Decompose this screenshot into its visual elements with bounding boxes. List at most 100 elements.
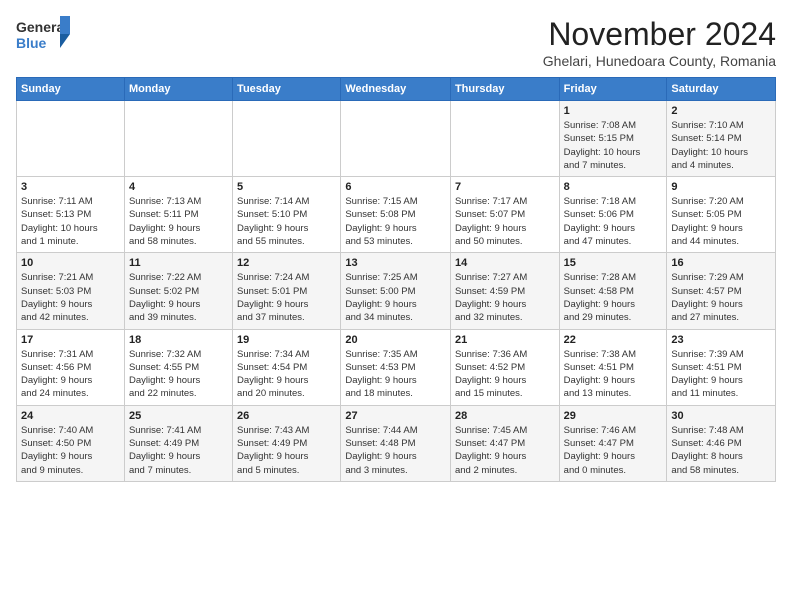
day-info: Sunrise: 7:46 AM Sunset: 4:47 PM Dayligh… <box>564 424 663 477</box>
day-cell: 27 Sunrise: 7:44 AM Sunset: 4:48 PM Dayli… <box>341 405 451 481</box>
day-info: Sunrise: 7:28 AM Sunset: 4:58 PM Dayligh… <box>564 271 663 324</box>
day-number: 21 <box>455 334 555 346</box>
day-cell: 16 Sunrise: 7:29 AM Sunset: 4:57 PM Dayli… <box>667 253 776 329</box>
day-number: 15 <box>564 257 663 269</box>
day-cell: 5 Sunrise: 7:14 AM Sunset: 5:10 PM Daylig… <box>233 177 341 253</box>
day-info: Sunrise: 7:32 AM Sunset: 4:55 PM Dayligh… <box>129 348 228 401</box>
week-row-5: 24 Sunrise: 7:40 AM Sunset: 4:50 PM Dayli… <box>17 405 776 481</box>
day-info: Sunrise: 7:38 AM Sunset: 4:51 PM Dayligh… <box>564 348 663 401</box>
day-number: 16 <box>671 257 771 269</box>
calendar-table: SundayMondayTuesdayWednesdayThursdayFrid… <box>16 77 776 482</box>
day-number: 8 <box>564 181 663 193</box>
day-cell: 12 Sunrise: 7:24 AM Sunset: 5:01 PM Dayli… <box>233 253 341 329</box>
day-number: 3 <box>21 181 120 193</box>
day-cell: 11Sunrise: 7:22 AM Sunset: 5:02 PM Dayli… <box>124 253 232 329</box>
header-cell-thursday: Thursday <box>450 78 559 101</box>
day-cell: 18Sunrise: 7:32 AM Sunset: 4:55 PM Dayli… <box>124 329 232 405</box>
day-info: Sunrise: 7:40 AM Sunset: 4:50 PM Dayligh… <box>21 424 120 477</box>
header-cell-tuesday: Tuesday <box>233 78 341 101</box>
week-row-3: 10 Sunrise: 7:21 AM Sunset: 5:03 PM Dayli… <box>17 253 776 329</box>
day-cell: 2Sunrise: 7:10 AM Sunset: 5:14 PM Daylig… <box>667 101 776 177</box>
day-number: 6 <box>345 181 446 193</box>
day-cell: 17Sunrise: 7:31 AM Sunset: 4:56 PM Dayli… <box>17 329 125 405</box>
day-number: 11 <box>129 257 228 269</box>
day-info: Sunrise: 7:17 AM Sunset: 5:07 PM Dayligh… <box>455 195 555 248</box>
header-cell-sunday: Sunday <box>17 78 125 101</box>
week-row-2: 3 Sunrise: 7:11 AM Sunset: 5:13 PM Daylig… <box>17 177 776 253</box>
day-info: Sunrise: 7:11 AM Sunset: 5:13 PM Dayligh… <box>21 195 120 248</box>
day-cell <box>17 101 125 177</box>
day-info: Sunrise: 7:44 AM Sunset: 4:48 PM Dayligh… <box>345 424 446 477</box>
day-info: Sunrise: 7:41 AM Sunset: 4:49 PM Dayligh… <box>129 424 228 477</box>
day-info: Sunrise: 7:24 AM Sunset: 5:01 PM Dayligh… <box>237 271 336 324</box>
day-number: 26 <box>237 410 336 422</box>
day-cell: 23 Sunrise: 7:39 AM Sunset: 4:51 PM Dayli… <box>667 329 776 405</box>
day-number: 13 <box>345 257 446 269</box>
page-header: GeneralBlue November 2024 Ghelari, Huned… <box>16 16 776 69</box>
day-cell: 10 Sunrise: 7:21 AM Sunset: 5:03 PM Dayli… <box>17 253 125 329</box>
day-cell: 28 Sunrise: 7:45 AM Sunset: 4:47 PM Dayli… <box>450 405 559 481</box>
svg-text:Blue: Blue <box>16 35 47 51</box>
day-info: Sunrise: 7:20 AM Sunset: 5:05 PM Dayligh… <box>671 195 771 248</box>
week-row-1: 1 Sunrise: 7:08 AM Sunset: 5:15 PM Daylig… <box>17 101 776 177</box>
day-number: 12 <box>237 257 336 269</box>
day-info: Sunrise: 7:21 AM Sunset: 5:03 PM Dayligh… <box>21 271 120 324</box>
day-number: 5 <box>237 181 336 193</box>
header-cell-wednesday: Wednesday <box>341 78 451 101</box>
day-info: Sunrise: 7:15 AM Sunset: 5:08 PM Dayligh… <box>345 195 446 248</box>
day-cell <box>341 101 451 177</box>
day-number: 9 <box>671 181 771 193</box>
day-number: 30 <box>671 410 771 422</box>
day-cell: 1 Sunrise: 7:08 AM Sunset: 5:15 PM Daylig… <box>559 101 667 177</box>
day-info: Sunrise: 7:35 AM Sunset: 4:53 PM Dayligh… <box>345 348 446 401</box>
calendar-header: SundayMondayTuesdayWednesdayThursdayFrid… <box>17 78 776 101</box>
day-number: 10 <box>21 257 120 269</box>
day-cell: 22Sunrise: 7:38 AM Sunset: 4:51 PM Dayli… <box>559 329 667 405</box>
day-info: Sunrise: 7:18 AM Sunset: 5:06 PM Dayligh… <box>564 195 663 248</box>
header-cell-saturday: Saturday <box>667 78 776 101</box>
day-cell: 3 Sunrise: 7:11 AM Sunset: 5:13 PM Daylig… <box>17 177 125 253</box>
subtitle: Ghelari, Hunedoara County, Romania <box>543 53 776 69</box>
day-number: 1 <box>564 105 663 117</box>
day-number: 4 <box>129 181 228 193</box>
day-cell: 8 Sunrise: 7:18 AM Sunset: 5:06 PM Daylig… <box>559 177 667 253</box>
day-number: 2 <box>671 105 771 117</box>
day-number: 24 <box>21 410 120 422</box>
day-cell <box>233 101 341 177</box>
header-cell-friday: Friday <box>559 78 667 101</box>
day-info: Sunrise: 7:45 AM Sunset: 4:47 PM Dayligh… <box>455 424 555 477</box>
day-info: Sunrise: 7:29 AM Sunset: 4:57 PM Dayligh… <box>671 271 771 324</box>
day-info: Sunrise: 7:39 AM Sunset: 4:51 PM Dayligh… <box>671 348 771 401</box>
day-cell: 25 Sunrise: 7:41 AM Sunset: 4:49 PM Dayli… <box>124 405 232 481</box>
day-info: Sunrise: 7:27 AM Sunset: 4:59 PM Dayligh… <box>455 271 555 324</box>
day-number: 27 <box>345 410 446 422</box>
day-info: Sunrise: 7:31 AM Sunset: 4:56 PM Dayligh… <box>21 348 120 401</box>
day-info: Sunrise: 7:48 AM Sunset: 4:46 PM Dayligh… <box>671 424 771 477</box>
day-number: 28 <box>455 410 555 422</box>
day-number: 29 <box>564 410 663 422</box>
day-number: 7 <box>455 181 555 193</box>
title-block: November 2024 Ghelari, Hunedoara County,… <box>543 16 776 69</box>
day-info: Sunrise: 7:08 AM Sunset: 5:15 PM Dayligh… <box>564 119 663 172</box>
day-number: 23 <box>671 334 771 346</box>
day-cell: 6 Sunrise: 7:15 AM Sunset: 5:08 PM Daylig… <box>341 177 451 253</box>
day-cell: 15 Sunrise: 7:28 AM Sunset: 4:58 PM Dayli… <box>559 253 667 329</box>
day-cell: 30 Sunrise: 7:48 AM Sunset: 4:46 PM Dayli… <box>667 405 776 481</box>
day-cell <box>124 101 232 177</box>
day-info: Sunrise: 7:13 AM Sunset: 5:11 PM Dayligh… <box>129 195 228 248</box>
day-cell: 21Sunrise: 7:36 AM Sunset: 4:52 PM Dayli… <box>450 329 559 405</box>
day-info: Sunrise: 7:34 AM Sunset: 4:54 PM Dayligh… <box>237 348 336 401</box>
day-cell: 9 Sunrise: 7:20 AM Sunset: 5:05 PM Daylig… <box>667 177 776 253</box>
day-info: Sunrise: 7:14 AM Sunset: 5:10 PM Dayligh… <box>237 195 336 248</box>
day-number: 25 <box>129 410 228 422</box>
day-cell: 7 Sunrise: 7:17 AM Sunset: 5:07 PM Daylig… <box>450 177 559 253</box>
main-title: November 2024 <box>543 16 776 53</box>
calendar-body: 1 Sunrise: 7:08 AM Sunset: 5:15 PM Daylig… <box>17 101 776 482</box>
day-cell: 19 Sunrise: 7:34 AM Sunset: 4:54 PM Dayli… <box>233 329 341 405</box>
header-cell-monday: Monday <box>124 78 232 101</box>
day-cell <box>450 101 559 177</box>
day-number: 19 <box>237 334 336 346</box>
day-number: 20 <box>345 334 446 346</box>
day-number: 14 <box>455 257 555 269</box>
day-cell: 13Sunrise: 7:25 AM Sunset: 5:00 PM Dayli… <box>341 253 451 329</box>
